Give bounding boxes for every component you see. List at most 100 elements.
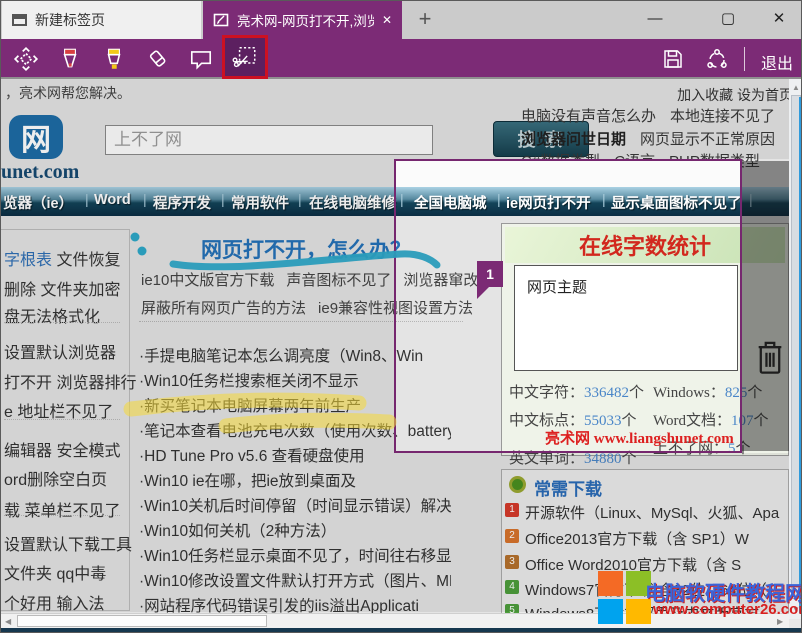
eraser-tool-icon[interactable] — [141, 45, 175, 73]
nav-separator: | — [602, 191, 606, 207]
pen-tool-icon[interactable] — [53, 45, 87, 73]
nav-item[interactable]: 在线电脑维修 — [309, 192, 396, 213]
download-number-badge: 2 — [505, 529, 519, 543]
sidebar-link[interactable]: 设置默认浏览器 — [4, 339, 116, 363]
save-icon[interactable] — [656, 45, 690, 73]
nav-item[interactable]: Word — [94, 192, 131, 208]
quick-link[interactable]: 浏览器问世日期 — [521, 131, 626, 148]
site-watermark: 亮术网 www.liangshunet.com — [545, 427, 734, 448]
widget-title: 在线字数统计 — [579, 229, 711, 261]
scroll-left-arrow[interactable]: ◀ — [5, 617, 11, 626]
article-link[interactable]: ·Win10修改设置文件默认打开方式（图片、MP3 — [139, 569, 451, 591]
clip-tool-icon — [232, 44, 258, 70]
nav-separator: | — [143, 191, 147, 207]
sidebar-link[interactable]: 字根表 文件恢复 — [4, 246, 120, 270]
tab-liangshunet[interactable]: 亮术网-网页打不开,浏览 ✕ — [203, 1, 402, 39]
sub-links-row: 屏蔽所有网页广告的方法 ie9兼容性视图设置方法 — [141, 297, 485, 318]
share-icon[interactable] — [700, 45, 734, 73]
pen-dot-1 — [131, 233, 140, 242]
site-logo-text: unet.com — [1, 161, 79, 184]
download-number-badge: 3 — [505, 555, 519, 569]
sidebar-divider — [4, 322, 120, 323]
quick-link[interactable]: 网页显示不正常原因 — [640, 131, 775, 148]
new-tab-page-icon — [12, 14, 27, 26]
sub-link[interactable]: ie10中文版官方下载 — [141, 272, 274, 289]
scroll-up-arrow[interactable]: ▲ — [792, 83, 800, 92]
article-link[interactable]: ·新买笔记本电脑屏幕两年前生产 — [139, 394, 451, 416]
minimize-button[interactable]: — — [631, 1, 679, 37]
horizontal-scrollbar-thumb[interactable] — [17, 615, 267, 627]
comment-badge-tail — [477, 287, 489, 299]
nav-item[interactable]: 显示桌面图标不见了 — [611, 192, 742, 213]
nav-separator: | — [749, 191, 753, 207]
stat-item: Windows：825个 — [653, 381, 762, 402]
article-link[interactable]: ·Win10关机后时间停留（时间显示错误）解决 — [139, 494, 451, 516]
tab-label: 新建标签页 — [35, 10, 191, 30]
download-item[interactable]: 3Office Word2010官方下载（含 S — [505, 554, 789, 572]
maximize-button[interactable]: ▢ — [704, 1, 752, 37]
trash-icon[interactable] — [753, 337, 787, 382]
nav-item[interactable]: 全国电脑城 — [414, 192, 487, 213]
sub-link[interactable]: 浏览器窜改 — [403, 272, 478, 289]
comment-tool-icon[interactable] — [184, 45, 218, 73]
clip-tool-selected[interactable] — [222, 35, 268, 79]
highlighter-tool-icon[interactable] — [97, 45, 131, 73]
sidebar-link[interactable]: 删除 文件夹加密 — [4, 276, 120, 300]
nav-item[interactable]: 常用软件 — [231, 192, 289, 213]
divider — [139, 321, 463, 322]
web-note-toolbar: 退出 — [1, 39, 802, 79]
comment-badge[interactable]: 1 — [477, 261, 503, 287]
header-links[interactable]: 加入收藏 设为首页 — [621, 85, 793, 105]
article-link[interactable]: ·Win10 ie在哪，把ie放到桌面及 — [139, 469, 451, 491]
article-link[interactable]: ·手提电脑笔记本怎么调亮度（Win8、Win — [139, 344, 451, 366]
pan-tool-icon[interactable] — [9, 45, 43, 73]
article-link[interactable]: ·HD Tune Pro v5.6 查看硬盘使用 — [139, 444, 451, 466]
exit-web-note-button[interactable]: 退出 — [761, 50, 793, 74]
sidebar-link[interactable]: 个好用 输入法 — [4, 590, 104, 614]
new-tab-button[interactable]: + — [411, 5, 439, 33]
tab-close-icon[interactable]: ✕ — [382, 13, 392, 27]
stat-item: 中文字符：336482个 — [509, 381, 644, 402]
sidebar-divider — [4, 515, 120, 516]
article-link[interactable]: ·笔记本查看电池充电次数（使用次数、battery — [139, 419, 451, 441]
site-logo[interactable]: 网 — [9, 115, 63, 159]
tab-new-tab-page[interactable]: 新建标签页 — [2, 1, 201, 39]
nav-separator: | — [400, 191, 404, 207]
quick-link[interactable]: 电脑没有声音怎么办 — [521, 108, 656, 125]
web-note-page-icon — [213, 12, 229, 28]
sidebar-link[interactable]: 载 菜单栏不见了 — [4, 497, 120, 521]
sidebar-link[interactable]: 编辑器 安全模式 — [4, 437, 120, 461]
nav-separator: | — [221, 191, 225, 207]
footer-watermark-url: www.computer26.com — [653, 601, 802, 618]
sub-link[interactable]: 声音图标不见了 — [286, 272, 391, 289]
quick-link[interactable]: 本地连接不见了 — [670, 108, 775, 125]
download-number-badge: 4 — [505, 580, 519, 594]
sidebar-link[interactable]: ord删除空白页 — [4, 466, 107, 490]
sub-link[interactable]: 屏蔽所有网页广告的方法 — [141, 300, 306, 317]
note-text-box[interactable]: 网页主题 — [514, 265, 738, 371]
article-link[interactable]: ·Win10任务栏搜索框关闭不显示 — [139, 369, 451, 391]
download-item[interactable]: 2Office2013官方下载（含 SP1）W — [505, 528, 789, 546]
sidebar-link[interactable]: 盘无法格式化 — [4, 303, 100, 327]
sidebar-link[interactable]: 打不开 浏览器排行 — [4, 369, 136, 393]
sidebar-link-highlighted: 字根表 — [4, 252, 52, 269]
article-link[interactable]: ·Win10如何关机（2种方法） — [139, 519, 451, 541]
search-input[interactable] — [105, 125, 433, 155]
download-item[interactable]: 1开源软件（Linux、MySql、火狐、Apa — [505, 502, 789, 520]
nav-item[interactable]: ie网页打不开 — [506, 192, 591, 213]
tab-label: 亮术网-网页打不开,浏览 — [237, 10, 374, 30]
close-button[interactable]: ✕ — [755, 1, 802, 37]
article-link[interactable]: ·Win10任务栏显示桌面不见了，时间往右移显示 — [139, 544, 451, 566]
scroll-right-arrow[interactable]: ▶ — [777, 617, 783, 626]
nav-item[interactable]: 览器（ie） — [3, 192, 73, 213]
nav-item[interactable]: 程序开发 — [153, 192, 211, 213]
pen-dot-2 — [138, 247, 147, 256]
sub-link[interactable]: ie9兼容性视图设置方法 — [318, 300, 473, 317]
stat-item: 英文单词：34880个 — [509, 447, 637, 468]
title-bar: 新建标签页 亮术网-网页打不开,浏览 ✕ + — ▢ ✕ — [1, 1, 802, 39]
downloads-title: 常需下载 — [534, 475, 602, 500]
sidebar-link[interactable]: 设置默认下载工具 — [4, 531, 132, 555]
sidebar-link[interactable]: 文件夹 qq中毒 — [4, 560, 106, 584]
header-white-band — [395, 161, 741, 187]
quick-links-row: 电脑没有声音怎么办本地连接不见了 — [521, 105, 789, 126]
